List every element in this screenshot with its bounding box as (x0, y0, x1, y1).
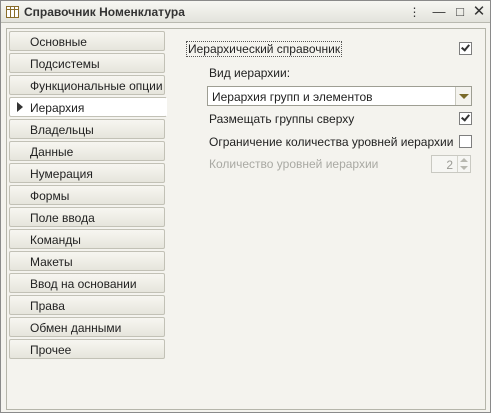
sidebar-item-osnovnye[interactable]: Основные (9, 31, 165, 51)
sidebar-item-label: Формы (30, 189, 70, 203)
sidebar-item-label: Основные (30, 35, 87, 49)
more-icon[interactable]: ⋮ (406, 4, 422, 20)
sidebar-item-label: Прочее (30, 343, 72, 357)
minimize-button[interactable]: — (431, 4, 447, 20)
chevron-down-icon (460, 166, 468, 170)
stepper-buttons (457, 156, 470, 172)
sidebar-item-label: Права (30, 299, 65, 313)
sidebar-item-input-field[interactable]: Поле ввода (9, 207, 165, 227)
sidebar-item-forms[interactable]: Формы (9, 185, 165, 205)
sidebar-item-label: Нумерация (30, 167, 93, 181)
window-content: Основные Подсистемы Функциональные опции… (1, 24, 490, 412)
sidebar-item-label: Поле ввода (30, 211, 95, 225)
sidebar-item-other[interactable]: Прочее (9, 339, 165, 359)
sidebar-item-hierarchy[interactable]: Иерархия (9, 97, 167, 117)
hierarchical-checkbox[interactable] (459, 42, 472, 55)
hierarchy-kind-select[interactable]: Иерархия групп и элементов (207, 86, 472, 106)
sidebar-item-numbering[interactable]: Нумерация (9, 163, 165, 183)
hierarchy-kind-value: Иерархия групп и элементов (212, 90, 373, 104)
levels-count-label: Количество уровней иерархии (209, 157, 379, 171)
sidebar-item-label: Данные (30, 145, 74, 159)
title-bar: Справочник Номенклатура ⋮ — □ ✕ (1, 1, 490, 23)
hierarchy-kind-label: Вид иерархии: (209, 66, 291, 80)
sidebar-item-data-exchange[interactable]: Обмен данными (9, 317, 165, 337)
sidebar-item-label: Функциональные опции (30, 79, 163, 93)
sidebar-item-label: Иерархия (30, 101, 85, 115)
hierarchical-label: Иерархический справочник (186, 41, 343, 57)
hierarchy-panel: Иерархический справочник Вид иерархии: И… (167, 28, 486, 410)
chevron-up-icon (460, 158, 468, 162)
close-button[interactable]: ✕ (471, 4, 487, 20)
sidebar-item-owners[interactable]: Владельцы (9, 119, 165, 139)
maximize-button[interactable]: □ (452, 4, 468, 20)
sidebar-item-label: Ввод на основании (30, 277, 137, 291)
sidebar-item-templates[interactable]: Макеты (9, 251, 165, 271)
sidebar-item-label: Подсистемы (30, 57, 100, 71)
checkmark-icon (461, 112, 470, 122)
sidebar-item-functional-options[interactable]: Функциональные опции (9, 75, 165, 95)
levels-count-stepper: 2 (431, 155, 471, 173)
window-title: Справочник Номенклатура (24, 5, 185, 19)
chevron-down-icon (459, 94, 469, 99)
sidebar-item-input-based-on[interactable]: Ввод на основании (9, 273, 165, 293)
sidebar-item-label: Макеты (30, 255, 73, 269)
active-arrow-icon (17, 102, 23, 112)
limit-levels-checkbox[interactable] (459, 135, 472, 148)
sidebar-item-label: Владельцы (30, 123, 94, 137)
sidebar-item-commands[interactable]: Команды (9, 229, 165, 249)
levels-count-value: 2 (446, 158, 453, 172)
sidebar: Основные Подсистемы Функциональные опции… (6, 28, 168, 410)
sidebar-item-rights[interactable]: Права (9, 295, 165, 315)
dropdown-button[interactable] (455, 87, 471, 105)
checkmark-icon (461, 42, 470, 52)
groups-on-top-label: Размещать группы сверху (209, 112, 355, 126)
limit-levels-label: Ограничение количества уровней иерархии (209, 135, 454, 149)
sidebar-item-data[interactable]: Данные (9, 141, 165, 161)
groups-on-top-checkbox[interactable] (459, 112, 472, 125)
sidebar-item-label: Команды (30, 233, 81, 247)
sidebar-item-podsistemy[interactable]: Подсистемы (9, 53, 165, 73)
table-icon (6, 6, 19, 18)
window: Справочник Номенклатура ⋮ — □ ✕ Основные… (0, 0, 491, 413)
sidebar-item-label: Обмен данными (30, 321, 122, 335)
